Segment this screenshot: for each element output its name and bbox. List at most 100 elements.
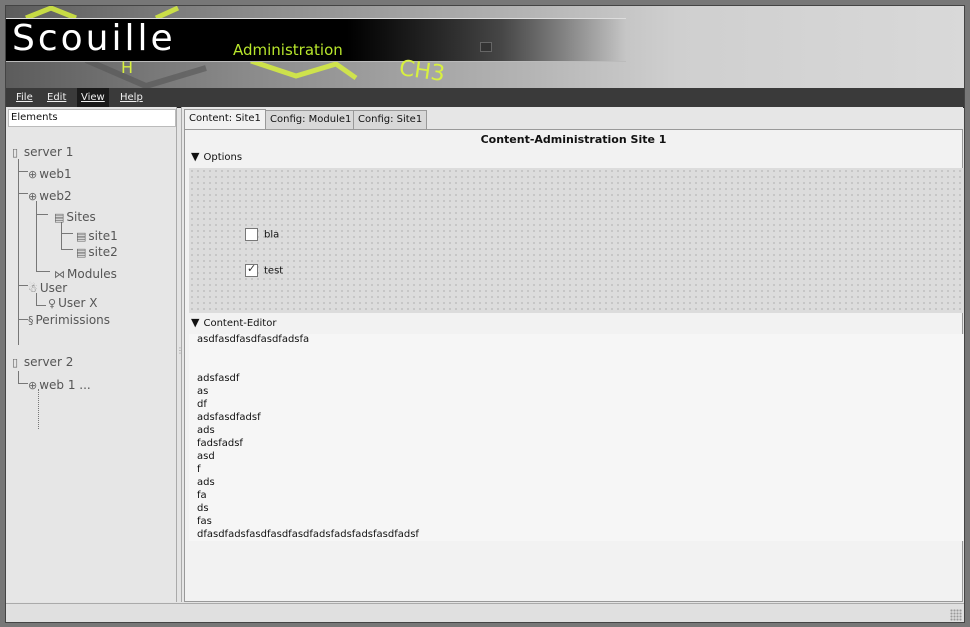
checkbox-bla[interactable] <box>245 228 258 241</box>
editor-line: as <box>197 386 209 397</box>
application-window: Scouille Administration H CH3 File Edit … <box>5 5 965 623</box>
tree-item-label: server 1 <box>23 145 74 159</box>
elements-panel: Elements ▯ server 1 ⊕ web1 ⊕ web2 ▤ Sites ▤… <box>6 107 177 602</box>
page-title: Content-Administration Site 1 <box>480 133 667 146</box>
tree-item-user-x[interactable]: ♀ User X <box>48 296 97 310</box>
tree-line <box>38 389 39 429</box>
banner-h-text: H <box>121 58 134 77</box>
tree-line <box>36 271 50 272</box>
option-bla: bla <box>245 228 279 241</box>
content-editor-section-toggle[interactable]: ▼ Content-Editor <box>191 316 276 329</box>
tree-item-label: Modules <box>67 267 117 281</box>
tree-line <box>61 222 62 249</box>
tab-content-site1[interactable]: Content: Site1 <box>184 109 266 130</box>
tree-item-site1[interactable]: ▤ site1 <box>76 229 118 243</box>
tree-item-modules[interactable]: ⋈ Modules <box>54 267 117 281</box>
globe-icon: ⊕ <box>28 379 38 392</box>
tab-config-module1[interactable]: Config: Module1 <box>265 110 357 129</box>
options-area: bla test <box>189 168 964 313</box>
menu-file[interactable]: File <box>12 88 37 107</box>
tree-item-label: web2 <box>39 189 72 203</box>
tree-item-label: site1 <box>88 229 118 243</box>
editor-line: fadsfadsf <box>197 438 243 449</box>
editor-line: df <box>197 399 207 410</box>
editor-line: ads <box>197 477 215 488</box>
tree-item-web1-more[interactable]: ⊕ web 1 ... <box>28 378 91 392</box>
resize-grip-icon[interactable] <box>950 609 962 621</box>
page-icon: ▤ <box>76 230 87 243</box>
status-bar <box>6 603 964 622</box>
options-section-toggle[interactable]: ▼ Options <box>191 150 242 163</box>
editor-line: fa <box>197 490 207 501</box>
tree-item-web2[interactable]: ⊕ web2 <box>28 189 72 203</box>
tree-item-server1[interactable]: ▯ server 1 <box>12 145 73 159</box>
checkbox-test[interactable] <box>245 262 258 277</box>
editor-line: fas <box>197 516 212 527</box>
triangle-down-icon: ▼ <box>191 150 200 163</box>
tree-item-permissions[interactable]: § Perimissions <box>28 313 110 327</box>
pages-icon: ▤ <box>54 211 65 224</box>
tab-config-site1[interactable]: Config: Site1 <box>353 110 428 129</box>
tree-line <box>18 383 28 384</box>
options-header: Options <box>203 152 243 163</box>
triangle-down-icon: ▼ <box>191 316 200 329</box>
content-editor-header: Content-Editor <box>203 318 277 329</box>
tree-item-server2[interactable]: ▯ server 2 <box>12 355 73 369</box>
tree-line <box>18 171 28 172</box>
main-panel: Content: Site1 Config: Module1 Config: S… <box>181 107 964 602</box>
editor-line: dfasdfadsfasdfasdfasdfadsfadsfadsfasdfad… <box>197 529 419 540</box>
tree-line <box>61 249 73 250</box>
minimize-icon[interactable] <box>480 42 492 52</box>
tree-item-site2[interactable]: ▤ site2 <box>76 245 118 259</box>
menu-edit-label: Edit <box>47 92 67 103</box>
tree-item-label: server 2 <box>23 355 74 369</box>
server-icon: ▯ <box>12 146 19 159</box>
tree-item-label: Perimissions <box>35 313 111 327</box>
editor-line: asdfasdfasdfasdfadsfa <box>197 334 310 345</box>
menu-bar: File Edit View Help <box>6 88 964 108</box>
tree-line <box>18 159 19 345</box>
modules-icon: ⋈ <box>54 268 65 281</box>
elements-header: Elements <box>8 109 176 127</box>
editor-line: f <box>197 464 201 475</box>
server-icon: ▯ <box>12 356 19 369</box>
menu-view-label: View <box>81 92 105 103</box>
tree-item-sites[interactable]: ▤ Sites <box>54 210 96 224</box>
tree-line <box>36 201 37 271</box>
tree-item-label: User X <box>58 296 98 310</box>
menu-view[interactable]: View <box>77 88 109 107</box>
option-test: test <box>245 262 284 277</box>
app-logo: Scouille <box>12 18 176 59</box>
tree-item-label: Sites <box>66 210 96 224</box>
tree-item-label: User <box>39 281 68 295</box>
content-editor-textarea[interactable]: asdfasdfasdfasdfadsfa adsfasdf as df ads… <box>189 334 964 541</box>
tree-item-label: web1 <box>39 167 72 181</box>
app-subtitle: Administration <box>233 41 343 59</box>
tree-line <box>61 233 73 234</box>
content-pane: Content-Administration Site 1 ▼ Options b… <box>184 129 964 602</box>
header-banner: Scouille Administration H CH3 <box>6 6 964 88</box>
tree-line <box>36 305 46 306</box>
editor-line: ads <box>197 425 215 436</box>
editor-line: asd <box>197 451 215 462</box>
tree-item-user[interactable]: ☃ User <box>28 281 67 295</box>
user-icon: ♀ <box>48 297 57 310</box>
tree-line <box>18 285 28 286</box>
globe-icon: ⊕ <box>28 168 38 181</box>
menu-edit[interactable]: Edit <box>43 88 70 107</box>
key-icon: § <box>28 314 34 327</box>
menu-help[interactable]: Help <box>116 88 147 107</box>
menu-file-label: File <box>16 92 33 103</box>
editor-line: ds <box>197 503 209 514</box>
tree-line <box>18 371 19 383</box>
tree-item-label: site2 <box>88 245 118 259</box>
tree-line <box>36 214 48 215</box>
tree-item-web1[interactable]: ⊕ web1 <box>28 167 72 181</box>
editor-line: adsfasdfadsf <box>197 412 261 423</box>
menu-help-label: Help <box>120 92 143 103</box>
editor-line: adsfasdf <box>197 373 240 384</box>
checkbox-label-test: test <box>264 265 284 277</box>
splitter-handle[interactable]: ⋮ <box>176 346 184 355</box>
tree-line <box>18 193 28 194</box>
tree-item-label: web 1 ... <box>39 378 91 392</box>
